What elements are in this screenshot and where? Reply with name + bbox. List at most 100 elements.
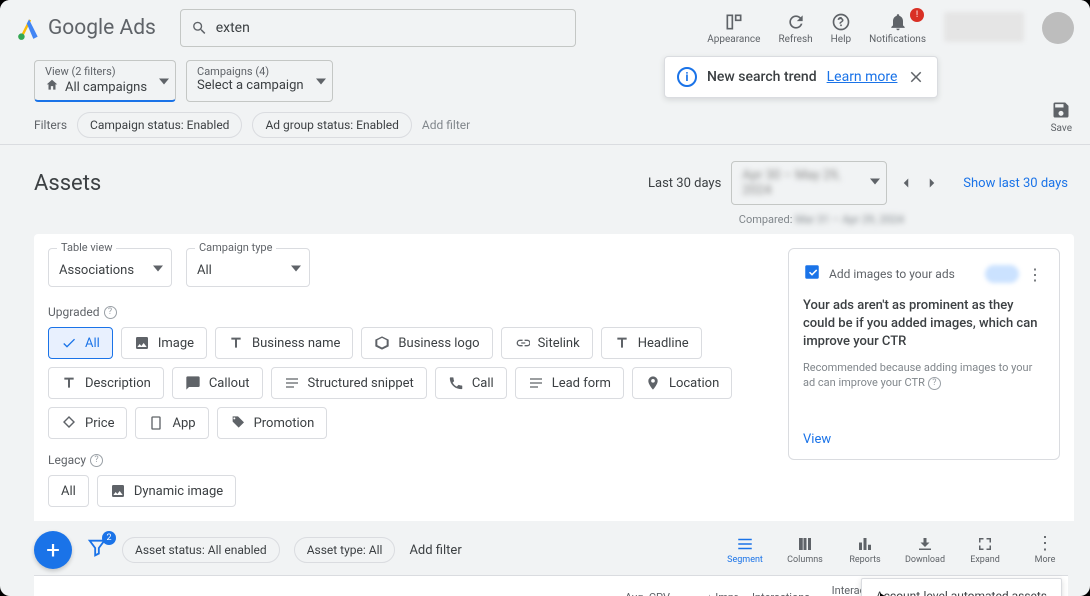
description-icon [61, 375, 77, 391]
chevron-right-icon[interactable] [923, 174, 941, 192]
header-interactions[interactable]: Interactions<> [750, 576, 820, 596]
notification-badge: ! [910, 8, 924, 22]
campaign-selector[interactable]: Campaigns (4) Select a campaign [186, 60, 333, 102]
help-button[interactable]: Help [831, 12, 851, 45]
fab-add-button[interactable]: + [34, 531, 72, 569]
header-checkbox[interactable] [34, 576, 70, 596]
toolbar-add-filter[interactable]: Add filter [409, 543, 461, 558]
asset-type-call[interactable]: Call [435, 367, 507, 399]
toast-close-button[interactable] [907, 68, 925, 86]
reco-score-redacted [985, 265, 1019, 283]
search-input[interactable] [216, 20, 565, 36]
asset-type-structured-snippet[interactable]: Structured snippet [271, 367, 427, 399]
link-icon [514, 335, 530, 351]
reports-icon [856, 535, 874, 553]
columns-tool[interactable]: Columns [782, 535, 828, 565]
expand-icon [976, 535, 994, 553]
asset-type-business-logo[interactable]: Business logo [361, 327, 492, 359]
annotation-arrow [818, 590, 888, 596]
header-level[interactable]: Level [354, 576, 438, 596]
assets-panel: Table view Associations Campaign type Al… [34, 234, 1074, 521]
save-button[interactable]: Save [1051, 100, 1072, 134]
info-icon: i [677, 67, 697, 87]
page-title: Assets [34, 171, 101, 196]
tag-icon [230, 415, 246, 431]
caret-down-icon [153, 258, 163, 277]
phone-icon [448, 375, 464, 391]
text-icon [228, 335, 244, 351]
legacy-label: Legacy? [48, 453, 744, 467]
last-30-label: Last 30 days [648, 176, 721, 191]
reco-view-button[interactable]: View [803, 432, 831, 447]
asset-type-price[interactable]: Price [48, 407, 127, 439]
toast-learn-more-link[interactable]: Learn more [827, 69, 898, 85]
help-icon[interactable]: ? [928, 377, 941, 390]
filter-chip-adgroup-status[interactable]: Ad group status: Enabled [252, 112, 411, 138]
legacy-type-all[interactable]: All [48, 475, 89, 507]
user-avatar[interactable] [1042, 12, 1074, 44]
date-area: Last 30 days Apr 30 – May 29, 2024 Show … [648, 161, 1068, 205]
asset-type-image[interactable]: Image [121, 327, 207, 359]
asset-type-lead-form[interactable]: Lead form [515, 367, 624, 399]
chip-asset-status[interactable]: Asset status: All enabled [122, 537, 280, 563]
chevron-left-icon[interactable] [897, 174, 915, 192]
more-tool[interactable]: ⋮More [1022, 535, 1068, 565]
google-ads-logo: Google Ads [16, 15, 156, 41]
filter-chip-campaign-status[interactable]: Campaign status: Enabled [77, 112, 242, 138]
download-tool[interactable]: Download [902, 535, 948, 565]
view-selector[interactable]: View (2 filters) All campaigns [34, 60, 176, 102]
search-trend-toast: i New search trend Learn more [664, 56, 938, 98]
filter-funnel-button[interactable]: 2 [86, 537, 108, 563]
legacy-type-dynamic-image[interactable]: Dynamic image [97, 475, 236, 507]
assets-table: Asset Asset type Added to Level Status S… [34, 575, 1068, 596]
header-asset[interactable]: Asset [94, 576, 186, 596]
ads-logo-icon [16, 15, 42, 41]
header-actions: Appearance Refresh Help ! Notifications [707, 12, 1074, 45]
appearance-button[interactable]: Appearance [707, 12, 760, 45]
add-filter-button[interactable]: Add filter [422, 118, 470, 132]
show-last-30-link[interactable]: Show last 30 days [963, 176, 1068, 191]
header-status[interactable]: Status [438, 576, 520, 596]
search-box[interactable] [180, 9, 576, 47]
header-avg-cpv[interactable]: Avg. CPV<> [610, 576, 680, 596]
reco-more-button[interactable]: ⋮ [1027, 265, 1045, 284]
refresh-button[interactable]: Refresh [778, 12, 812, 45]
header-impr[interactable]: ↓ Impr.<> [680, 576, 750, 596]
logo-text: Google Ads [48, 16, 156, 40]
toast-text: New search trend [707, 69, 817, 85]
check-icon [61, 335, 77, 351]
table-view-select[interactable]: Table view Associations [48, 248, 172, 287]
help-icon[interactable]: ? [90, 454, 103, 467]
reco-title: Your ads aren't as prominent as they cou… [803, 297, 1045, 352]
asset-type-location[interactable]: Location [632, 367, 732, 399]
table-toolbar: + 2 Asset status: All enabled Asset type… [0, 521, 1090, 575]
asset-type-app[interactable]: App [135, 407, 208, 439]
header-added-to[interactable]: Added to [272, 576, 354, 596]
recommendation-card: Add images to your ads ⋮ Your ads aren't… [788, 248, 1060, 460]
header-source[interactable]: Source [520, 576, 610, 596]
asset-type-callout[interactable]: Callout [172, 367, 263, 399]
help-icon[interactable]: ? [104, 306, 117, 319]
asset-type-promotion[interactable]: Promotion [217, 407, 328, 439]
asset-type-business-name[interactable]: Business name [215, 327, 353, 359]
snippet-icon [284, 375, 300, 391]
asset-type-all[interactable]: All [48, 327, 113, 359]
expand-tool[interactable]: Expand [962, 535, 1008, 565]
automated-assets-popover[interactable]: Account-level automated assets [861, 578, 1062, 596]
campaign-type-select[interactable]: Campaign type All [186, 248, 310, 287]
help-icon [831, 12, 851, 32]
date-range-dropdown[interactable]: Apr 30 – May 29, 2024 [731, 161, 887, 205]
app-header: Google Ads Appearance Refresh Help ! [0, 0, 1090, 56]
notifications-button[interactable]: ! Notifications [869, 12, 926, 45]
asset-type-sitelink[interactable]: Sitelink [501, 327, 593, 359]
download-icon [916, 535, 934, 553]
house-icon [45, 78, 59, 96]
caret-down-icon [870, 176, 880, 191]
asset-type-description[interactable]: Description [48, 367, 164, 399]
header-asset-type[interactable]: Asset type [186, 576, 272, 596]
reports-tool[interactable]: Reports [842, 535, 888, 565]
form-icon [528, 375, 544, 391]
segment-tool[interactable]: Segment [722, 535, 768, 565]
chip-asset-type[interactable]: Asset type: All [294, 537, 396, 563]
asset-type-headline[interactable]: Headline [601, 327, 702, 359]
